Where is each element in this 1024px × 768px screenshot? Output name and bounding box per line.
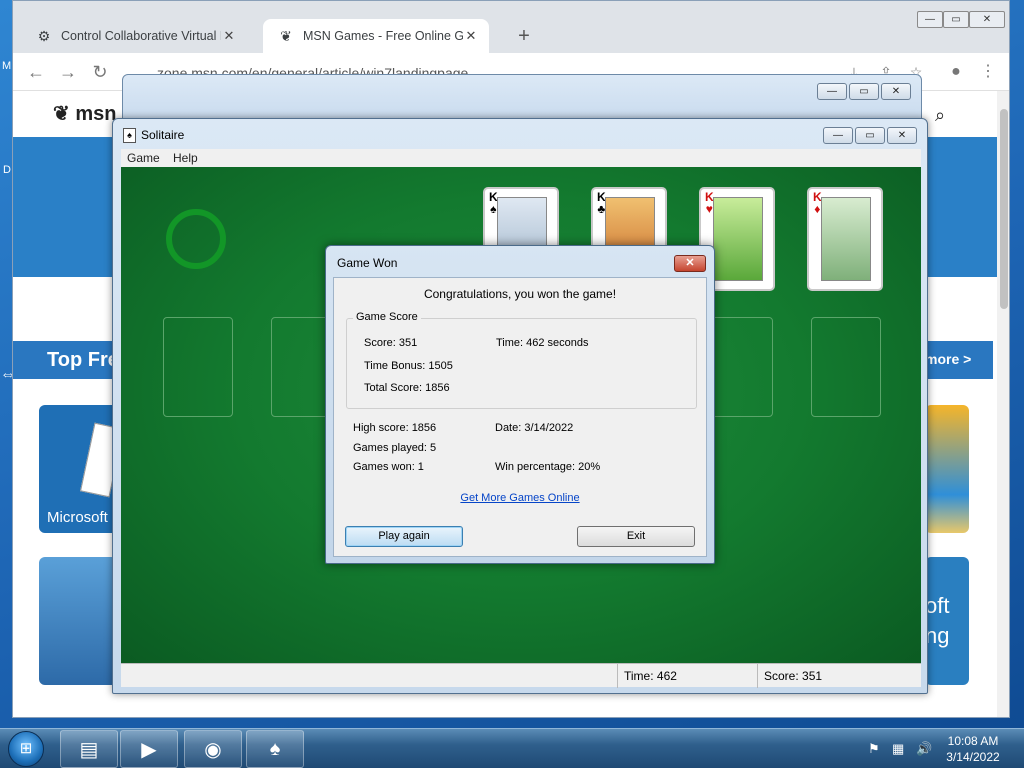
msn-logo[interactable]: ❦ msn	[53, 101, 116, 126]
high-score-value: High score: 1856	[353, 422, 437, 434]
tab-close-icon[interactable]: ✕	[463, 28, 479, 44]
status-score: Score: 351	[757, 664, 921, 688]
status-time: Time: 462	[617, 664, 757, 688]
games-won-value: Games won: 1	[353, 461, 424, 473]
tableau-slot[interactable]	[811, 317, 881, 417]
media-player-icon[interactable]: ▶	[120, 730, 178, 768]
minimize-button[interactable]: —	[823, 127, 853, 144]
maximize-button[interactable]: ▭	[943, 11, 969, 28]
dialog-close-button[interactable]: ✕	[674, 255, 706, 272]
window-title: Solitaire	[141, 128, 185, 142]
status-bar: Time: 462 Score: 351	[121, 663, 921, 688]
menu-help[interactable]: Help	[173, 151, 198, 165]
solitaire-app-icon: ♠	[123, 128, 136, 143]
score-value: Score: 351	[364, 337, 418, 349]
more-link[interactable]: more >	[925, 351, 971, 367]
play-again-button[interactable]: Play again	[345, 526, 463, 547]
msn-butterfly-icon: ❦	[280, 27, 292, 44]
menu-kebab-icon[interactable]: ⋮	[977, 61, 999, 83]
close-button[interactable]: ✕	[969, 11, 1005, 28]
menu-game[interactable]: Game	[127, 151, 160, 165]
control-icon: ⚙	[37, 27, 51, 44]
page-scrollbar[interactable]	[997, 91, 1009, 717]
desktop-label-d: D	[3, 164, 11, 176]
congrats-message: Congratulations, you won the game!	[423, 287, 617, 301]
menu-bar: Game Help	[121, 149, 921, 167]
msn-butterfly-icon: ❦	[53, 103, 76, 125]
tab-title: MSN Games - Free Online Game	[303, 29, 463, 43]
date-value: Date: 3/14/2022	[495, 422, 574, 434]
tile-label: ng	[925, 623, 950, 648]
start-button[interactable]: ⊞	[8, 731, 44, 767]
tab-msn-games[interactable]: ❦ MSN Games - Free Online Game ✕	[263, 19, 489, 53]
card-art	[713, 197, 763, 281]
tab-close-icon[interactable]: ✕	[221, 28, 237, 44]
desktop-label-m: M	[2, 60, 12, 72]
back-icon[interactable]: ←	[25, 61, 47, 83]
reload-icon[interactable]: ↻	[89, 61, 111, 83]
clock-time: 10:08 AM	[947, 734, 999, 748]
msn-logo-text: msn	[75, 103, 117, 125]
section-title: Top Fre	[47, 349, 119, 371]
win-percentage-value: Win percentage: 20%	[495, 461, 601, 473]
time-bonus-value: Time Bonus: 1505	[364, 360, 453, 372]
get-more-games-link[interactable]: Get More Games Online	[334, 492, 706, 504]
maximize-button[interactable]: ▭	[849, 83, 879, 100]
exit-button[interactable]: Exit	[577, 526, 695, 547]
chrome-icon[interactable]: ◉	[184, 730, 242, 768]
total-score-value: Total Score: 1856	[364, 382, 450, 394]
forward-icon[interactable]: →	[57, 61, 79, 83]
game-tile-microsoft-solitaire[interactable]: Microsoft	[39, 405, 119, 533]
scroll-thumb[interactable]	[1000, 109, 1008, 309]
tab-title: Control Collaborative Virtual Ma	[61, 29, 221, 43]
dialog-title: Game Won	[337, 256, 398, 270]
game-tile-right-1[interactable]	[925, 405, 969, 533]
solitaire-icon[interactable]: ♠	[246, 730, 304, 768]
games-played-value: Games played: 5	[353, 442, 437, 454]
minimize-button[interactable]: —	[817, 83, 847, 100]
profile-icon[interactable]: ●	[945, 61, 967, 83]
dialog-body: Congratulations, you won the game! Game …	[333, 277, 707, 557]
maximize-button[interactable]: ▭	[855, 127, 885, 144]
foundation-diamonds[interactable]: K ♦	[807, 187, 883, 291]
clock[interactable]: 10:08 AM 3/14/2022	[940, 733, 1006, 765]
taskbar: ⊞ ▤ ▶ ◉ ♠ ⚑ ▦ 🔊 10:08 AM 3/14/2022	[0, 728, 1024, 768]
volume-icon[interactable]: 🔊	[916, 741, 932, 757]
tableau-slot[interactable]	[163, 317, 233, 417]
stock-empty-circle[interactable]	[166, 209, 226, 269]
new-tab-button[interactable]: +	[513, 25, 535, 47]
tab-control-collaborative[interactable]: ⚙ Control Collaborative Virtual Ma ✕	[21, 19, 247, 53]
close-button[interactable]: ✕	[881, 83, 911, 100]
game-score-group: Game Score Score: 351 Time: 462 seconds …	[346, 311, 697, 409]
group-title: Game Score	[353, 311, 421, 323]
tab-strip: ⚙ Control Collaborative Virtual Ma ✕ ❦ M…	[13, 1, 1009, 53]
card-art	[821, 197, 871, 281]
action-center-icon[interactable]: ⚑	[868, 741, 880, 757]
clock-date: 3/14/2022	[946, 750, 1000, 764]
close-button[interactable]: ✕	[887, 127, 917, 144]
network-icon[interactable]: ▦	[892, 741, 904, 757]
tile-label: oft	[925, 593, 950, 618]
game-won-dialog: Game Won ✕ Congratulations, you won the …	[325, 245, 715, 564]
search-icon[interactable]: ⌕	[935, 105, 945, 126]
tile-label: Microsoft	[47, 509, 108, 526]
minimize-button[interactable]: —	[917, 11, 943, 28]
game-tile-bubble[interactable]	[39, 557, 119, 685]
game-tile-right-2[interactable]: oft ng	[925, 557, 969, 685]
explorer-icon[interactable]: ▤	[60, 730, 118, 768]
time-value: Time: 462 seconds	[496, 337, 589, 349]
